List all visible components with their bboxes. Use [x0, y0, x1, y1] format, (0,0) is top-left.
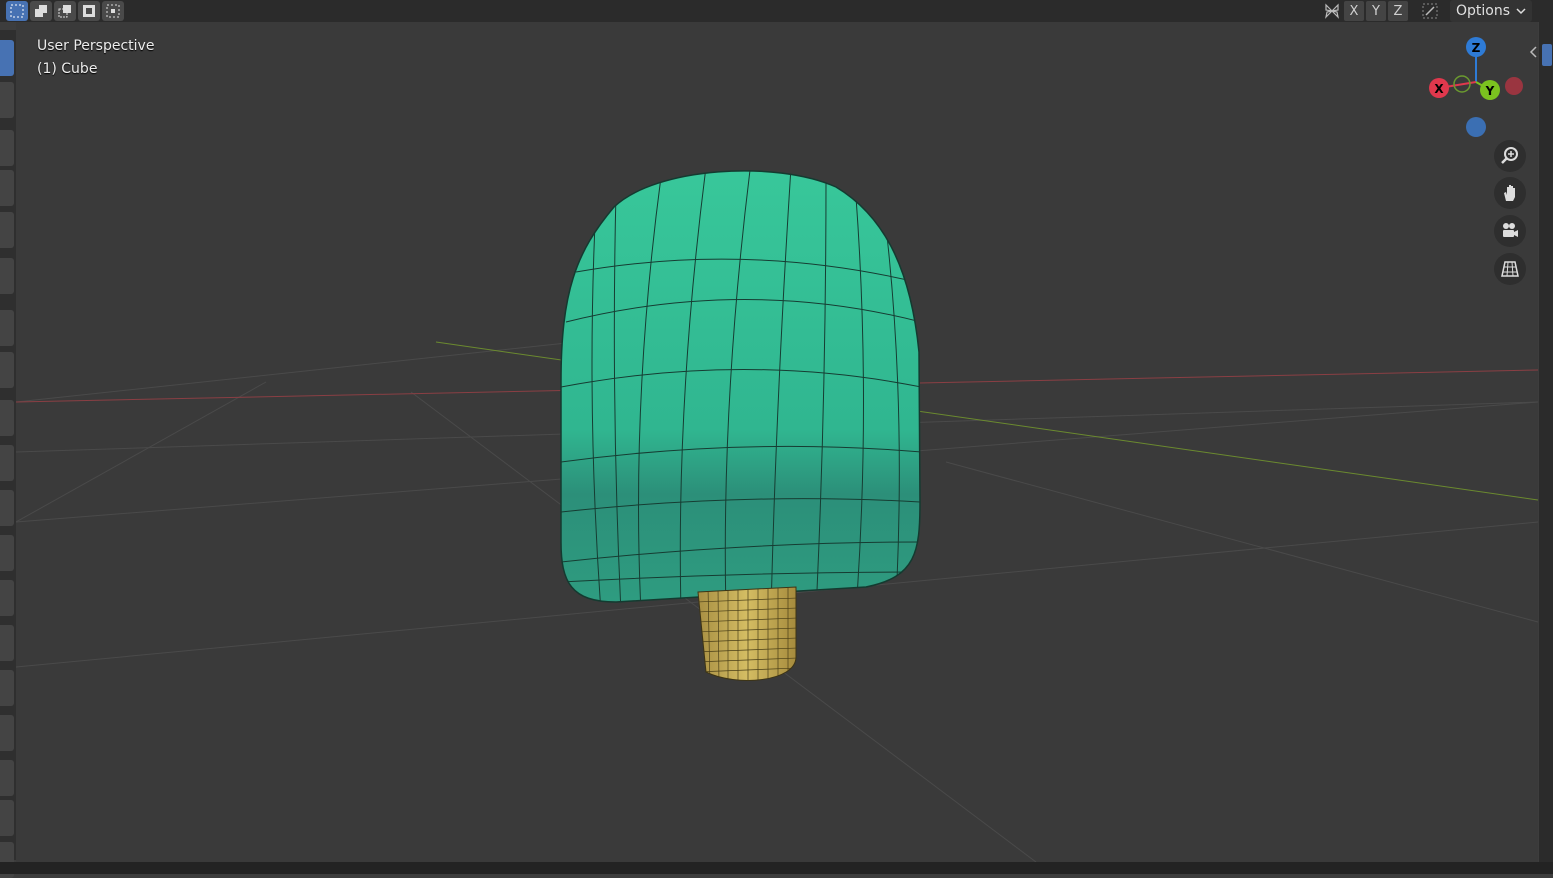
tool-annotate[interactable] [0, 310, 14, 346]
select-box-icon [10, 4, 24, 18]
tool-select[interactable] [0, 40, 14, 76]
options-label: Options [1455, 3, 1511, 19]
gizmo-neg-x[interactable] [1505, 77, 1523, 95]
tool-rotate[interactable] [0, 170, 14, 206]
pan-hand-icon [1504, 185, 1515, 201]
tool-move[interactable] [0, 130, 14, 166]
select-invert-icon [83, 5, 95, 17]
butterfly-icon [1325, 3, 1339, 19]
camera-icon [1503, 223, 1518, 237]
select-mode-group [6, 1, 124, 21]
symmetry-icon [1422, 3, 1438, 19]
tool-knife[interactable] [0, 625, 14, 661]
tool-transform[interactable] [0, 258, 14, 294]
zoom-icon [1501, 147, 1518, 164]
camera-view-button[interactable] [1494, 215, 1526, 247]
tool-smooth[interactable] [0, 760, 14, 796]
mirror-toggle[interactable] [1322, 1, 1342, 21]
tool-cursor[interactable] [0, 82, 14, 118]
ortho-toggle-button[interactable] [1494, 253, 1526, 285]
tool-add-cube[interactable] [0, 400, 14, 436]
tool-scale[interactable] [0, 212, 14, 248]
popsicle-mesh[interactable] [560, 162, 921, 612]
sidebar-tab-item[interactable] [1542, 44, 1552, 66]
active-object-label: (1) Cube [37, 61, 98, 77]
pan-button[interactable] [1494, 177, 1526, 209]
gizmo-neg-z[interactable] [1466, 117, 1486, 137]
properties-edge [1539, 22, 1553, 862]
chevron-left-icon[interactable] [1529, 46, 1539, 58]
select-subtract-icon [58, 5, 71, 18]
symmetry-lock-button[interactable] [1420, 1, 1440, 21]
select-box-button[interactable] [6, 1, 28, 21]
axis-y-toggle[interactable]: Y [1366, 1, 1386, 21]
3d-viewport[interactable] [16, 22, 1538, 862]
view-perspective-label: User Perspective [37, 38, 155, 54]
axis-x-toggle[interactable]: X [1344, 1, 1364, 21]
select-intersect-button[interactable] [102, 1, 124, 21]
select-invert-button[interactable] [78, 1, 100, 21]
popsicle-stick[interactable] [696, 586, 798, 687]
chevron-down-icon [1516, 8, 1526, 15]
select-extend-icon [35, 5, 47, 17]
mirror-axis-group: X Y Z [1322, 1, 1440, 21]
options-dropdown[interactable]: Options [1450, 0, 1532, 22]
gizmo-z-label: Z [1472, 41, 1481, 55]
select-intersect-icon [106, 4, 120, 18]
gizmo-y-label: Y [1485, 84, 1495, 98]
axis-z-toggle[interactable]: Z [1388, 1, 1408, 21]
select-subtract-button[interactable] [54, 1, 76, 21]
tool-shear[interactable] [0, 800, 14, 836]
tool-inset[interactable] [0, 490, 14, 526]
tool-extrude[interactable] [0, 445, 14, 481]
tool-measure[interactable] [0, 352, 14, 388]
select-extend-button[interactable] [30, 1, 52, 21]
tool-spin[interactable] [0, 715, 14, 751]
tool-shelf [0, 30, 16, 878]
grid-ortho-icon [1501, 261, 1519, 277]
viewport-scene[interactable] [16, 22, 1538, 862]
tool-loop-cut[interactable] [0, 580, 14, 616]
zoom-button[interactable] [1494, 140, 1526, 172]
viewport-header: X Y Z Options [0, 0, 1553, 22]
navigation-gizmo[interactable]: X Y Z [1422, 32, 1532, 142]
status-bar [0, 862, 1553, 874]
tool-poly-build[interactable] [0, 670, 14, 706]
gizmo-x-label: X [1434, 82, 1444, 96]
tool-bevel[interactable] [0, 535, 14, 571]
